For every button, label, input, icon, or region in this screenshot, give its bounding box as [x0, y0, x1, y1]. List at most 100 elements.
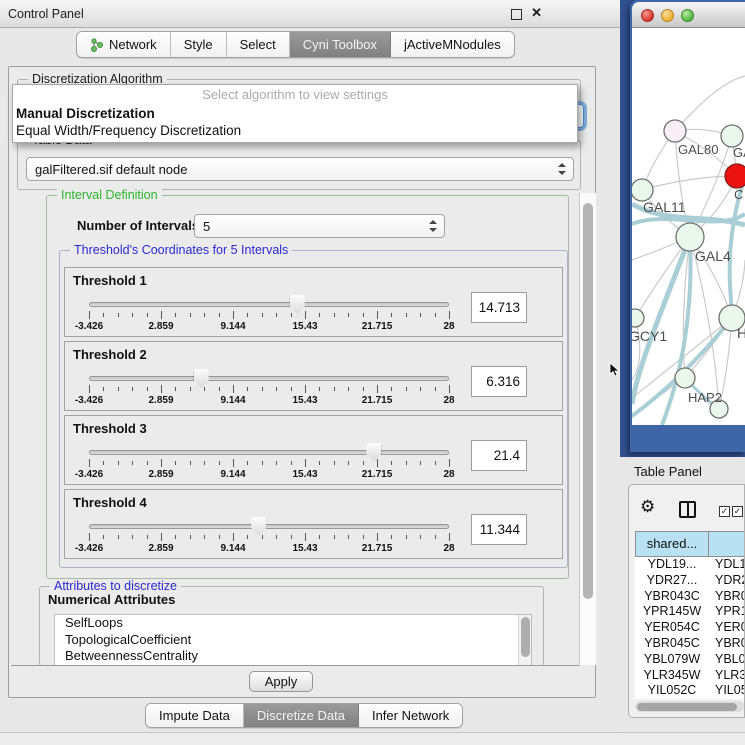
float-icon[interactable] [511, 9, 522, 20]
tab-select[interactable]: Select [227, 32, 290, 57]
tick-mark [334, 461, 335, 465]
tab-style-label: Style [184, 37, 213, 52]
tick-mark [406, 313, 407, 317]
tab-impute-data[interactable]: Impute Data [146, 704, 244, 727]
zoom-traffic-light[interactable] [681, 9, 694, 22]
table-panel-title: Table Panel [634, 464, 702, 479]
cell-shared-name: YIL052C [635, 683, 709, 699]
table-panel: Table Panel ⚙ ✓ ✓ shared... na YDL19...Y… [620, 457, 745, 745]
node-red-selected[interactable] [725, 164, 745, 188]
list-item[interactable]: BetweennessCentrality [55, 648, 531, 665]
gear-icon[interactable]: ⚙ [640, 497, 655, 517]
table-row[interactable]: YER054CYER054C [635, 620, 745, 636]
popup-item-manual-discretization[interactable]: Manual Discretization [13, 105, 577, 122]
table-h-scrollbar[interactable] [635, 701, 744, 712]
tick-label: 2.859 [148, 469, 173, 480]
tick-mark [161, 459, 162, 467]
control-panel: Control Panel ✕ Network Style Select Cyn… [0, 0, 620, 745]
slider-ticks [89, 533, 449, 542]
tick-mark [276, 313, 277, 317]
tab-discretize-data[interactable]: Discretize Data [244, 704, 359, 727]
list-item[interactable]: TopologicalCoefficient [55, 632, 531, 649]
tick-mark [233, 459, 234, 467]
table-row[interactable]: YPR145WYPR145W [635, 604, 745, 620]
panel-scrollbar[interactable] [579, 193, 596, 665]
threshold-value-field[interactable]: 14.713 [471, 292, 527, 323]
node-hap2[interactable] [675, 368, 695, 388]
checkbox-icon[interactable]: ✓ [732, 506, 743, 517]
tab-network-label: Network [109, 37, 157, 52]
tab-style[interactable]: Style [171, 32, 227, 57]
slider-track[interactable] [89, 450, 449, 455]
attributes-list[interactable]: SelfLoopsTopologicalCoefficientBetweenne… [54, 614, 532, 666]
slider-track[interactable] [89, 302, 449, 307]
tick-mark [103, 535, 104, 539]
node-gcy1[interactable] [632, 309, 644, 327]
column-header-name[interactable]: na [709, 531, 745, 557]
cell-name: YDR27... [709, 573, 745, 589]
network-view-window[interactable]: GAL80 GA C GAL11 GAL4 GCY1 H HAP2 [630, 0, 745, 452]
tick-mark [247, 313, 248, 317]
threshold-value-field[interactable]: 11.344 [471, 514, 527, 545]
slider-track[interactable] [89, 524, 449, 529]
apply-button[interactable]: Apply [249, 671, 313, 692]
tick-mark [276, 387, 277, 391]
slider-track[interactable] [89, 376, 449, 381]
list-scrollbar[interactable] [518, 615, 531, 665]
tab-jactivemnodules[interactable]: jActiveMNodules [391, 32, 514, 57]
node-gal4[interactable] [676, 223, 704, 251]
threshold-value-field[interactable]: 6.316 [471, 366, 527, 397]
panel-scrollbar-thumb[interactable] [583, 203, 593, 599]
tick-label: 21.715 [362, 321, 393, 332]
network-canvas[interactable]: GAL80 GA C GAL11 GAL4 GCY1 H HAP2 [632, 28, 745, 425]
table-row[interactable]: YBR043CYBR043C [635, 589, 745, 605]
threshold-slider[interactable]: -3.4262.8599.14415.4321.71528 [89, 368, 449, 410]
tick-mark [262, 387, 263, 391]
node-gal80[interactable] [664, 120, 686, 142]
node-ga[interactable] [721, 125, 743, 147]
threshold-slider[interactable]: -3.4262.8599.14415.4321.71528 [89, 294, 449, 336]
table-row[interactable]: YDL19...YDL19... [635, 557, 745, 573]
list-scrollbar-thumb[interactable] [521, 617, 530, 657]
table-row[interactable]: YBL079WYBL079W [635, 652, 745, 668]
tick-mark [334, 387, 335, 391]
table-row[interactable]: YDR27...YDR27... [635, 573, 745, 589]
interval-definition-group: Interval Definition Number of Intervals … [46, 195, 569, 579]
threshold-slider[interactable]: -3.4262.8599.14415.4321.71528 [89, 516, 449, 558]
node-label: GCY1 [632, 328, 667, 344]
table-data-combo[interactable]: galFiltered.sif default node [26, 157, 574, 181]
checkbox-icon[interactable]: ✓ [719, 506, 730, 517]
tick-mark [219, 313, 220, 317]
column-header-shared-name[interactable]: shared... [635, 531, 709, 557]
tab-network[interactable]: Network [77, 32, 171, 57]
list-item[interactable]: SelfLoops [55, 615, 531, 632]
tick-mark [118, 535, 119, 539]
tick-mark [175, 387, 176, 391]
tab-infer-network-label: Infer Network [372, 708, 449, 723]
close-traffic-light[interactable] [641, 9, 654, 22]
table-h-scrollbar-thumb[interactable] [637, 703, 737, 711]
node-gal11[interactable] [632, 179, 653, 201]
popup-item-equal-width-frequency[interactable]: Equal Width/Frequency Discretization [13, 122, 577, 139]
tab-infer-network[interactable]: Infer Network [359, 704, 462, 727]
popup-placeholder: Select algorithm to view settings [13, 85, 577, 105]
threshold-label: Threshold 1 [73, 273, 147, 288]
tick-label: 2.859 [148, 543, 173, 554]
threshold-value-field[interactable]: 21.4 [471, 440, 527, 471]
minimize-traffic-light[interactable] [661, 9, 674, 22]
tick-mark [319, 387, 320, 391]
interval-definition-title: Interval Definition [57, 188, 162, 202]
slider-scale: -3.4262.8599.14415.4321.71528 [89, 469, 449, 481]
cell-name: YBR043C [709, 589, 745, 605]
close-icon[interactable]: ✕ [531, 5, 542, 21]
columns-icon[interactable] [679, 501, 696, 518]
tab-cyni-toolbox[interactable]: Cyni Toolbox [290, 32, 391, 57]
table-row[interactable]: YIL052CYIL052C [635, 683, 745, 699]
table-row[interactable]: YLR345WYLR345W [635, 668, 745, 684]
network-window-titlebar[interactable] [632, 2, 745, 28]
table-row[interactable]: YBR045CYBR045C [635, 636, 745, 652]
number-of-intervals-combo[interactable]: 5 [194, 214, 445, 238]
node-label: C [734, 187, 743, 202]
threshold-slider[interactable]: -3.4262.8599.14415.4321.71528 [89, 442, 449, 484]
tick-mark [406, 535, 407, 539]
